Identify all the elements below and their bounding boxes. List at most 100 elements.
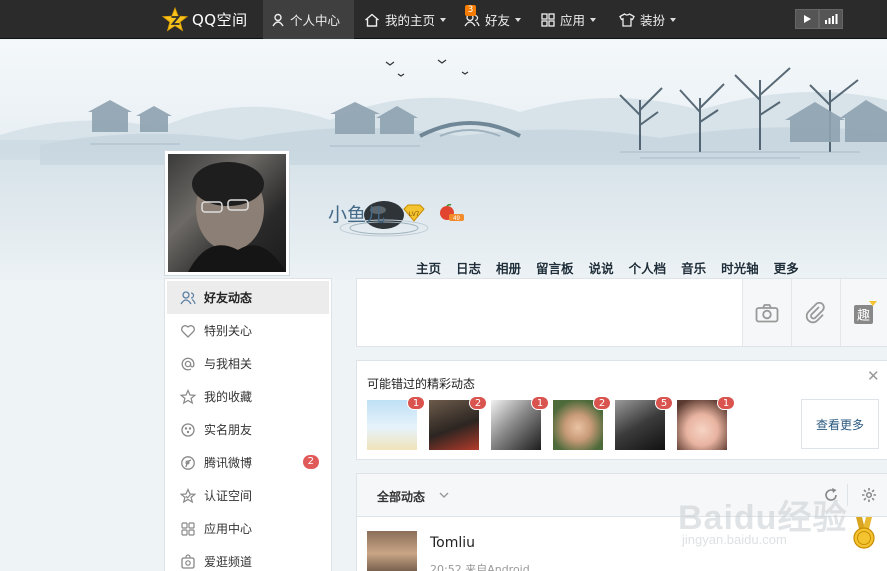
missed-highlights-panel: 可能错过的精彩动态 ✕ 1 2 1 2 5 1 查看更多 xyxy=(356,360,887,460)
music-player xyxy=(795,9,843,29)
missed-friend-thumb[interactable]: 1 xyxy=(367,396,425,450)
profile-nav-album[interactable]: 相册 xyxy=(496,258,521,277)
portrait-image xyxy=(188,162,286,272)
bag-icon xyxy=(181,553,195,569)
sidebar-item-label: 特别关心 xyxy=(204,324,253,338)
nav-label: 应用 xyxy=(560,13,586,28)
profile-nav-more[interactable]: 更多 xyxy=(774,258,799,277)
photo-upload-button[interactable] xyxy=(742,279,791,346)
chevron-down-icon xyxy=(590,17,597,22)
sidebar-item-shopping-channel[interactable]: 爱逛频道 xyxy=(165,545,331,571)
vip-level-text: LV7 xyxy=(409,212,420,218)
vip-level-badge[interactable]: LV7 xyxy=(402,204,426,225)
missed-friend-thumb[interactable]: 1 xyxy=(491,396,549,450)
friends-notification-badge: 3 xyxy=(465,5,476,16)
nav-label: 个人中心 xyxy=(290,13,341,28)
fun-label: 趣 xyxy=(857,308,870,323)
feed-meta: 20:52 来自Android xyxy=(430,563,530,571)
profile-nav-music[interactable]: 音乐 xyxy=(681,258,706,277)
sidebar-item-certified-space[interactable]: 认证空间 xyxy=(165,479,331,512)
profile-nav-status[interactable]: 说说 xyxy=(589,258,614,277)
avatar-photo xyxy=(168,154,286,272)
missed-count-badge: 2 xyxy=(469,396,487,410)
qzone-logo[interactable]: QQ空间 xyxy=(162,6,248,33)
landscape-background xyxy=(0,40,887,280)
shirt-icon xyxy=(619,12,635,27)
close-icon[interactable]: ✕ xyxy=(867,367,880,385)
profile-nav-timeline[interactable]: 时光轴 xyxy=(721,258,759,277)
profile-avatar[interactable] xyxy=(164,150,290,276)
apps-grid-icon xyxy=(181,521,195,536)
missed-count-badge: 2 xyxy=(593,396,611,410)
missed-count-badge: 1 xyxy=(531,396,549,410)
sidebar-item-label: 好友动态 xyxy=(204,291,253,305)
baidu-jingyan-watermark: Baidu经验 jingyan.baidu.com xyxy=(678,470,858,550)
missed-friend-thumb[interactable]: 5 xyxy=(615,396,673,450)
logo-text: QQ空间 xyxy=(192,11,248,29)
sidebar-item-real-name-friends[interactable]: 实名朋友 xyxy=(165,413,331,446)
top-navigation-bar: QQ空间 个人中心 我的主页 3 好友 应用 装扮 xyxy=(0,0,887,39)
missed-friend-thumb[interactable]: 2 xyxy=(553,396,611,450)
certified-star-icon xyxy=(180,487,196,503)
profile-nav-guestbook[interactable]: 留言板 xyxy=(536,258,574,277)
username[interactable]: 小鱼儿 xyxy=(328,200,385,227)
weibo-count-badge: 2 xyxy=(302,455,319,469)
flower-icon xyxy=(181,422,195,437)
nav-label: 装扮 xyxy=(640,13,666,28)
sidebar-item-label: 与我相关 xyxy=(204,357,253,371)
nav-friends[interactable]: 3 好友 xyxy=(456,0,529,39)
play-button[interactable] xyxy=(795,9,819,29)
sidebar-item-label: 腾讯微博 xyxy=(204,456,253,470)
sidebar-item-friend-feeds[interactable]: 好友动态 xyxy=(167,281,329,314)
fruit-badge[interactable]: 49 xyxy=(438,203,466,225)
chevron-down-icon xyxy=(440,17,447,22)
sidebar-item-related-to-me[interactable]: 与我相关 xyxy=(165,347,331,380)
sidebar-item-tencent-weibo[interactable]: 腾讯微博 2 xyxy=(165,446,331,479)
profile-nav-home[interactable]: 主页 xyxy=(416,258,441,277)
watermark-url: jingyan.baidu.com xyxy=(682,532,787,547)
missed-title: 可能错过的精彩动态 xyxy=(367,377,476,391)
friends-icon xyxy=(180,290,196,304)
sidebar-item-label: 应用中心 xyxy=(204,522,253,536)
chevron-down-icon xyxy=(670,17,677,22)
nav-apps[interactable]: 应用 xyxy=(533,0,604,39)
sidebar-item-label: 实名朋友 xyxy=(204,423,253,437)
play-icon xyxy=(804,15,811,23)
fruit-count-text: 49 xyxy=(453,216,460,222)
sidebar-item-special-care[interactable]: 特别关心 xyxy=(165,314,331,347)
missed-count-badge: 1 xyxy=(717,396,735,410)
attachment-button[interactable] xyxy=(791,279,840,346)
nav-label: 我的主页 xyxy=(385,13,436,28)
sidebar-item-label: 我的收藏 xyxy=(204,390,253,404)
profile-nav-profile[interactable]: 个人档 xyxy=(629,258,667,277)
volume-button[interactable] xyxy=(819,9,843,29)
nav-my-homepage[interactable]: 我的主页 xyxy=(356,0,454,39)
missed-friend-thumb[interactable]: 2 xyxy=(429,396,487,450)
star-icon xyxy=(180,388,196,404)
feed-filter-dropdown[interactable]: 全部动态 xyxy=(377,488,425,505)
nav-label: 好友 xyxy=(485,13,511,28)
left-sidebar: 好友动态 特别关心 与我相关 我的收藏 实名朋友 腾讯微博 2 认证空间 应用中… xyxy=(164,278,332,571)
nav-decorate[interactable]: 装扮 xyxy=(611,0,684,39)
gear-icon[interactable] xyxy=(861,487,877,503)
sidebar-item-app-center[interactable]: 应用中心 xyxy=(165,512,331,545)
fun-button[interactable]: 趣 xyxy=(840,279,887,346)
feed-author-name[interactable]: Tomliu xyxy=(430,535,475,551)
sidebar-item-favorites[interactable]: 我的收藏 xyxy=(165,380,331,413)
view-more-button[interactable]: 查看更多 xyxy=(801,399,879,449)
heart-icon xyxy=(181,324,195,338)
chevron-down-icon[interactable] xyxy=(439,491,449,499)
feed-author-avatar[interactable] xyxy=(367,531,417,571)
fruit-icon: 49 xyxy=(440,203,464,222)
status-composer[interactable]: 趣 xyxy=(356,278,887,347)
person-icon xyxy=(272,13,284,26)
attachment-icon xyxy=(805,301,825,323)
volume-bars-icon xyxy=(825,14,838,24)
weibo-icon xyxy=(181,455,195,470)
profile-nav: 主页 日志 相册 留言板 说说 个人档 音乐 时光轴 更多 xyxy=(416,258,814,277)
fun-icon: 趣 xyxy=(854,300,877,324)
profile-nav-blog[interactable]: 日志 xyxy=(456,258,481,277)
missed-friend-thumb[interactable]: 1 xyxy=(677,396,735,450)
nav-personal-center[interactable]: 个人中心 xyxy=(263,0,354,39)
sidebar-item-label: 认证空间 xyxy=(204,489,253,503)
